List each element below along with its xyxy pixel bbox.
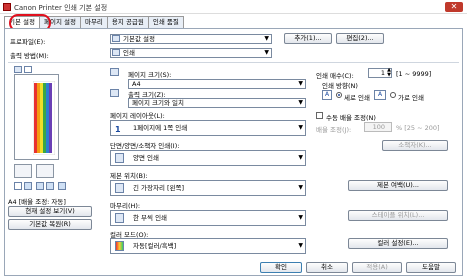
chevron-down-icon: ▼	[298, 184, 303, 191]
output-size-value: 페이지 크기와 일치	[132, 99, 184, 107]
page-size-value: A4	[132, 80, 141, 88]
preview-caption: A4 [배율 조정: 자동]	[8, 198, 66, 206]
finishing-value: 한 부씩 인쇄	[133, 214, 168, 222]
color-mode-value: 자동[컬러/흑백]	[133, 242, 177, 250]
color-mode-select[interactable]: 자동[컬러/흑백] ▼	[110, 238, 306, 254]
binding-icon	[115, 183, 124, 193]
manual-scaling-label: 수동 배율 조정(N)	[326, 114, 376, 122]
output-method-value: 인쇄	[123, 49, 135, 57]
binding-select[interactable]: 긴 가장자리 [왼쪽] ▼	[110, 180, 306, 196]
scale-label: 배율 조정(J):	[316, 126, 352, 134]
restore-defaults-button[interactable]: 기본값 복원(R)	[8, 219, 92, 230]
one-page-icon: 1	[115, 125, 121, 134]
output-size-select[interactable]: 페이지 크기와 일치 ▼	[128, 98, 306, 108]
page-layout-value: 1페이지에 1쪽 인쇄	[133, 124, 188, 132]
collate-icon	[115, 213, 124, 223]
chevron-down-icon: ▼	[298, 80, 303, 87]
profile-select[interactable]: 기본값 설정 ▼	[110, 34, 272, 44]
page-size-label: 페이지 크기(S):	[128, 71, 172, 79]
printer-app-icon	[3, 3, 11, 11]
printer-icon	[112, 49, 120, 56]
page-preview	[14, 74, 59, 160]
duplex-value: 양면 인쇄	[133, 154, 159, 162]
preview-page-graphic	[33, 81, 55, 155]
divider	[8, 62, 459, 63]
manual-scaling-checkbox[interactable]	[316, 112, 323, 119]
cancel-button[interactable]: 취소	[306, 262, 348, 273]
portrait-label: 세로 인쇄	[344, 94, 370, 102]
binding-label: 제본 위치(B):	[110, 172, 148, 180]
ok-button[interactable]: 확인	[260, 262, 302, 273]
output-size-icon	[110, 89, 119, 97]
chevron-down-icon: ▼	[298, 124, 303, 131]
apply-button[interactable]: 적용(A)	[352, 262, 402, 273]
staple-mini-icon	[46, 182, 54, 190]
booklet-button[interactable]: 소책자(K)...	[382, 140, 448, 151]
color-mode-icon	[115, 241, 124, 251]
page-preview-icon[interactable]	[14, 66, 22, 73]
binding-margin-button[interactable]: 제본 여백(U)...	[348, 180, 448, 191]
paper-tray-icon	[36, 164, 54, 178]
tab-finishing[interactable]: 마무리	[79, 16, 108, 28]
title-bar: Canon Printer 인쇄 기본 설정 ✕	[0, 0, 467, 14]
view-settings-button[interactable]: 현재 설정 보기(V)	[8, 206, 92, 217]
close-button[interactable]: ✕	[445, 2, 463, 12]
window-title: Canon Printer 인쇄 기본 설정	[14, 4, 108, 12]
scale-range: % [25 ~ 200]	[396, 124, 440, 132]
copies-range: [1 ~ 9999]	[396, 70, 432, 78]
add-profile-button[interactable]: 추가(1)...	[284, 33, 332, 44]
copies-input[interactable]: 1 ▲ ▼	[368, 68, 392, 78]
duplex-select[interactable]: 양면 인쇄 ▼	[110, 150, 306, 166]
output-method-label: 출력 방법(M):	[10, 52, 49, 60]
profile-label: 프로파일(E):	[10, 38, 46, 46]
finisher-icon	[14, 164, 32, 178]
duplex-icon	[115, 153, 124, 163]
chevron-down-icon: ▼	[298, 214, 303, 221]
color-settings-button[interactable]: 컬러 설정(E)...	[348, 238, 448, 249]
profile-icon	[112, 35, 120, 42]
orientation-label: 인쇄 방향(N)	[322, 82, 358, 90]
printer-preview-icon[interactable]	[24, 66, 32, 73]
duplex-label: 단면/양면/소책자 인쇄(I):	[110, 142, 180, 150]
layout-mini-icon	[14, 182, 22, 190]
edit-profile-button[interactable]: 편집(2)...	[336, 33, 384, 44]
chevron-down-icon: ▼	[264, 35, 269, 42]
finishing-select[interactable]: 한 부씩 인쇄 ▼	[110, 210, 306, 226]
page-size-icon	[110, 68, 119, 76]
help-button[interactable]: 도움말	[406, 262, 456, 273]
spinner-icon[interactable]: ▲ ▼	[387, 68, 391, 78]
portrait-radio[interactable]	[336, 92, 342, 98]
page-layout-label: 페이지 레이아웃(L):	[110, 112, 165, 120]
copies-label: 인쇄 매수(C):	[316, 72, 354, 80]
chevron-down-icon: ▼	[298, 99, 303, 106]
duplex-mini-icon	[24, 182, 32, 190]
portrait-icon: A	[322, 90, 332, 100]
binding-value: 긴 가장자리 [왼쪽]	[133, 184, 185, 192]
chevron-down-icon: ▼	[264, 49, 269, 56]
tab-print-quality[interactable]: 인쇄 품질	[147, 16, 184, 28]
page-size-select[interactable]: A4 ▼	[128, 79, 306, 89]
scale-value: 100	[372, 123, 385, 131]
staple-position-button[interactable]: 스테이플 위치(L)...	[348, 210, 448, 221]
copies-value: 1	[380, 69, 385, 77]
landscape-radio[interactable]	[390, 92, 396, 98]
tab-paper-source[interactable]: 용지 공급원	[106, 16, 149, 28]
landscape-icon: A	[374, 90, 386, 100]
output-method-select[interactable]: 인쇄 ▼	[110, 48, 272, 58]
binding-mini-icon	[36, 182, 44, 190]
page-layout-select[interactable]: 1 1페이지에 1쪽 인쇄 ▼	[110, 120, 306, 136]
chevron-down-icon: ▼	[298, 242, 303, 249]
finishing-label: 마무리(H):	[110, 202, 141, 210]
profile-value: 기본값 설정	[123, 35, 155, 43]
color-mini-icon	[58, 182, 66, 190]
scale-input[interactable]: 100	[364, 122, 392, 132]
landscape-label: 가로 인쇄	[398, 94, 424, 102]
chevron-down-icon: ▼	[298, 154, 303, 161]
